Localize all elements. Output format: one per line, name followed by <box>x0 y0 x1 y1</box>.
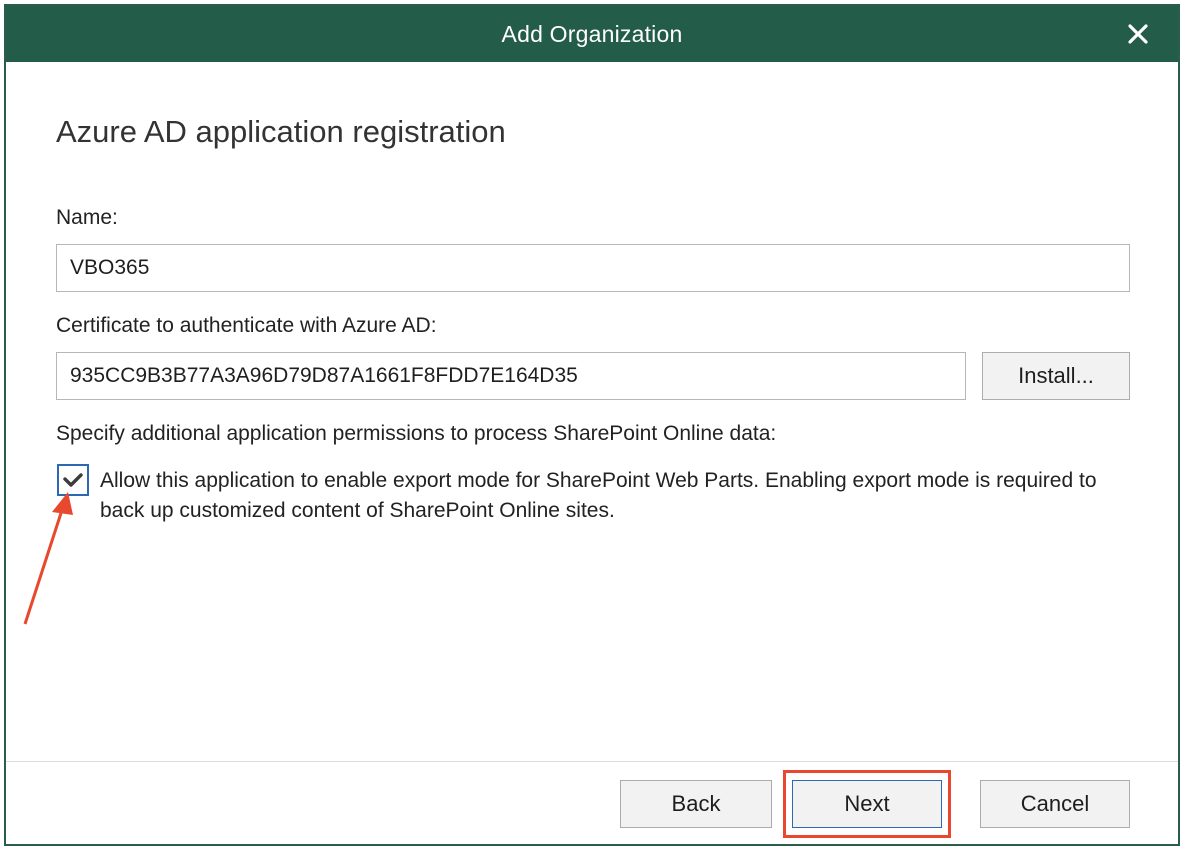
page-heading: Azure AD application registration <box>56 114 506 149</box>
close-icon <box>1128 24 1148 44</box>
next-button[interactable]: Next <box>792 780 942 828</box>
back-button[interactable]: Back <box>620 780 772 828</box>
name-input[interactable] <box>56 244 1130 292</box>
cancel-button[interactable]: Cancel <box>980 780 1130 828</box>
certificate-label: Certificate to authenticate with Azure A… <box>56 314 437 337</box>
name-label: Name: <box>56 206 118 229</box>
footer-divider <box>6 761 1178 762</box>
checkmark-icon <box>63 473 83 487</box>
add-organization-dialog: Add Organization Azure AD application re… <box>4 4 1180 846</box>
install-button[interactable]: Install... <box>982 352 1130 400</box>
certificate-input[interactable] <box>56 352 966 400</box>
permissions-label: Specify additional application permissio… <box>56 422 777 445</box>
title-bar: Add Organization <box>6 6 1178 62</box>
window-title: Add Organization <box>501 20 683 47</box>
export-mode-checkbox[interactable] <box>57 464 89 496</box>
close-button[interactable] <box>1118 14 1158 54</box>
export-mode-label[interactable]: Allow this application to enable export … <box>100 466 1140 526</box>
